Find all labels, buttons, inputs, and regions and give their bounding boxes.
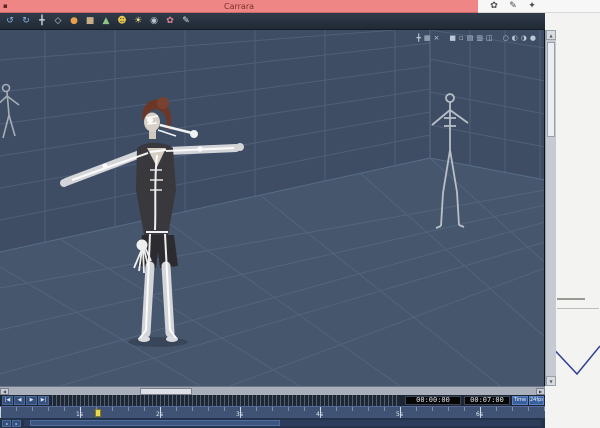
shader-icon[interactable]: ✿ [164,15,176,28]
main-toolbar: ↺ ↻ ╋ ◇ ● ■ ▲ ☻ ☀ ◉ ✿ ✎ [0,13,545,30]
edit-pencil-icon[interactable]: ✎ [507,0,519,13]
current-time-field[interactable]: 00:00:00 [405,396,461,405]
playback-nav: |◀ ◀ ▶ ▶| [2,396,49,405]
panel-tab-mark [557,298,585,300]
crosshair-icon[interactable]: ╋ [417,34,421,42]
render-icon[interactable]: ✎ [180,15,192,28]
panel-divider [557,308,599,309]
ruler-label: 5s [396,411,403,418]
undo-icon[interactable]: ↺ [4,15,16,28]
close-icon[interactable]: × [433,34,439,42]
timeline-scroller[interactable]: ◂ ▸ [0,418,545,428]
go-end-button[interactable]: ▶| [38,396,49,405]
ruler-label: 2s [156,411,163,418]
step-back-button[interactable]: ◀ [14,396,25,405]
window-title: Carrara [223,1,255,11]
scroll-left-button[interactable]: ◂ [2,420,11,427]
cone-primitive-icon[interactable]: ▲ [100,15,112,28]
hscroll-thumb[interactable] [140,388,192,395]
sphere-half2-icon[interactable]: ◑ [521,34,527,42]
play-button[interactable]: ▶ [26,396,37,405]
3d-viewport[interactable]: ╋ ▦ × ■ ▫ ▤ ▥ ◫ ○ ◐ ◑ ● [0,30,545,386]
ruler-label: 4s [316,411,323,418]
character-shadow [128,337,188,347]
background-skeleton-left [0,83,20,139]
viewport-toolbar: ╋ ▦ × ■ ▫ ▤ ▥ ◫ ○ ◐ ◑ ● [417,34,536,42]
light-icon[interactable]: ☀ [132,15,144,28]
assemble-room-icon[interactable]: ✿ [488,0,500,13]
scroller-thumb[interactable] [30,420,280,426]
hscroll-right-arrow-icon[interactable]: ▶ [536,388,545,395]
go-start-button[interactable]: |◀ [2,396,13,405]
cube-primitive-icon[interactable]: ■ [84,15,96,28]
viewport-hscrollbar[interactable]: ◀ ▶ [0,386,545,395]
scroll-right-button[interactable]: ▸ [12,420,21,427]
sphere-shaded-icon[interactable]: ● [530,34,536,42]
sphere-primitive-icon[interactable]: ● [68,15,80,28]
scale-tool-icon[interactable]: ◇ [52,15,64,28]
fps-button[interactable]: 24fps [529,396,544,405]
sphere-half-icon[interactable]: ◐ [512,34,518,42]
flat-shade-view-icon[interactable]: ▤ [467,34,474,42]
ruler-label: 6s [476,411,483,418]
window-menu-icon[interactable]: ▪ [3,2,8,10]
solid-view-icon[interactable]: ■ [449,34,456,42]
ruler-label: 3s [236,411,243,418]
grid-icon[interactable]: ▦ [424,34,431,42]
playhead-marker[interactable] [95,409,101,417]
vscroll-up-arrow-icon[interactable]: ▲ [546,30,556,40]
split-view-icon[interactable]: ◫ [486,34,493,42]
end-time-field[interactable]: 00:07:00 [464,396,510,405]
camera-icon[interactable]: ◉ [148,15,160,28]
hscroll-left-arrow-icon[interactable]: ◀ [0,388,9,395]
gouraud-view-icon[interactable]: ▥ [476,34,483,42]
scene-canvas [0,30,544,386]
wireframe-view-icon[interactable]: ▫ [459,34,464,42]
move-tool-icon[interactable]: ╋ [36,15,48,28]
titlebar[interactable]: ▪ Carrara [0,0,478,13]
viewport-vscrollbar[interactable]: ▲ ▼ [545,30,556,386]
vscroll-thumb[interactable] [547,42,555,137]
carrara-window: ▪ Carrara ✿ ✎ ✦ ↺ ↻ ╋ ◇ ● ■ ▲ ☻ ☀ ◉ ✿ ✎ [0,0,600,428]
sphere-outline-icon[interactable]: ○ [503,34,509,42]
timeline-ruler[interactable]: 1s 2s 3s 4s 5s 6s [0,406,545,418]
time-mode-button[interactable]: Time [512,396,528,405]
render-room-icon[interactable]: ✦ [526,0,538,13]
ruler-label: 1s [76,411,83,418]
redo-icon[interactable]: ↻ [20,15,32,28]
timeline-controls: |◀ ◀ ▶ ▶| 00:00:00 00:07:00 Time 24fps [0,395,545,406]
scroller-track[interactable] [24,420,541,426]
vscroll-down-arrow-icon[interactable]: ▼ [546,376,556,386]
titlebar-corner: ✿ ✎ ✦ [478,0,600,13]
frame-tick-strip[interactable] [52,395,400,406]
figure-icon[interactable]: ☻ [116,15,128,28]
